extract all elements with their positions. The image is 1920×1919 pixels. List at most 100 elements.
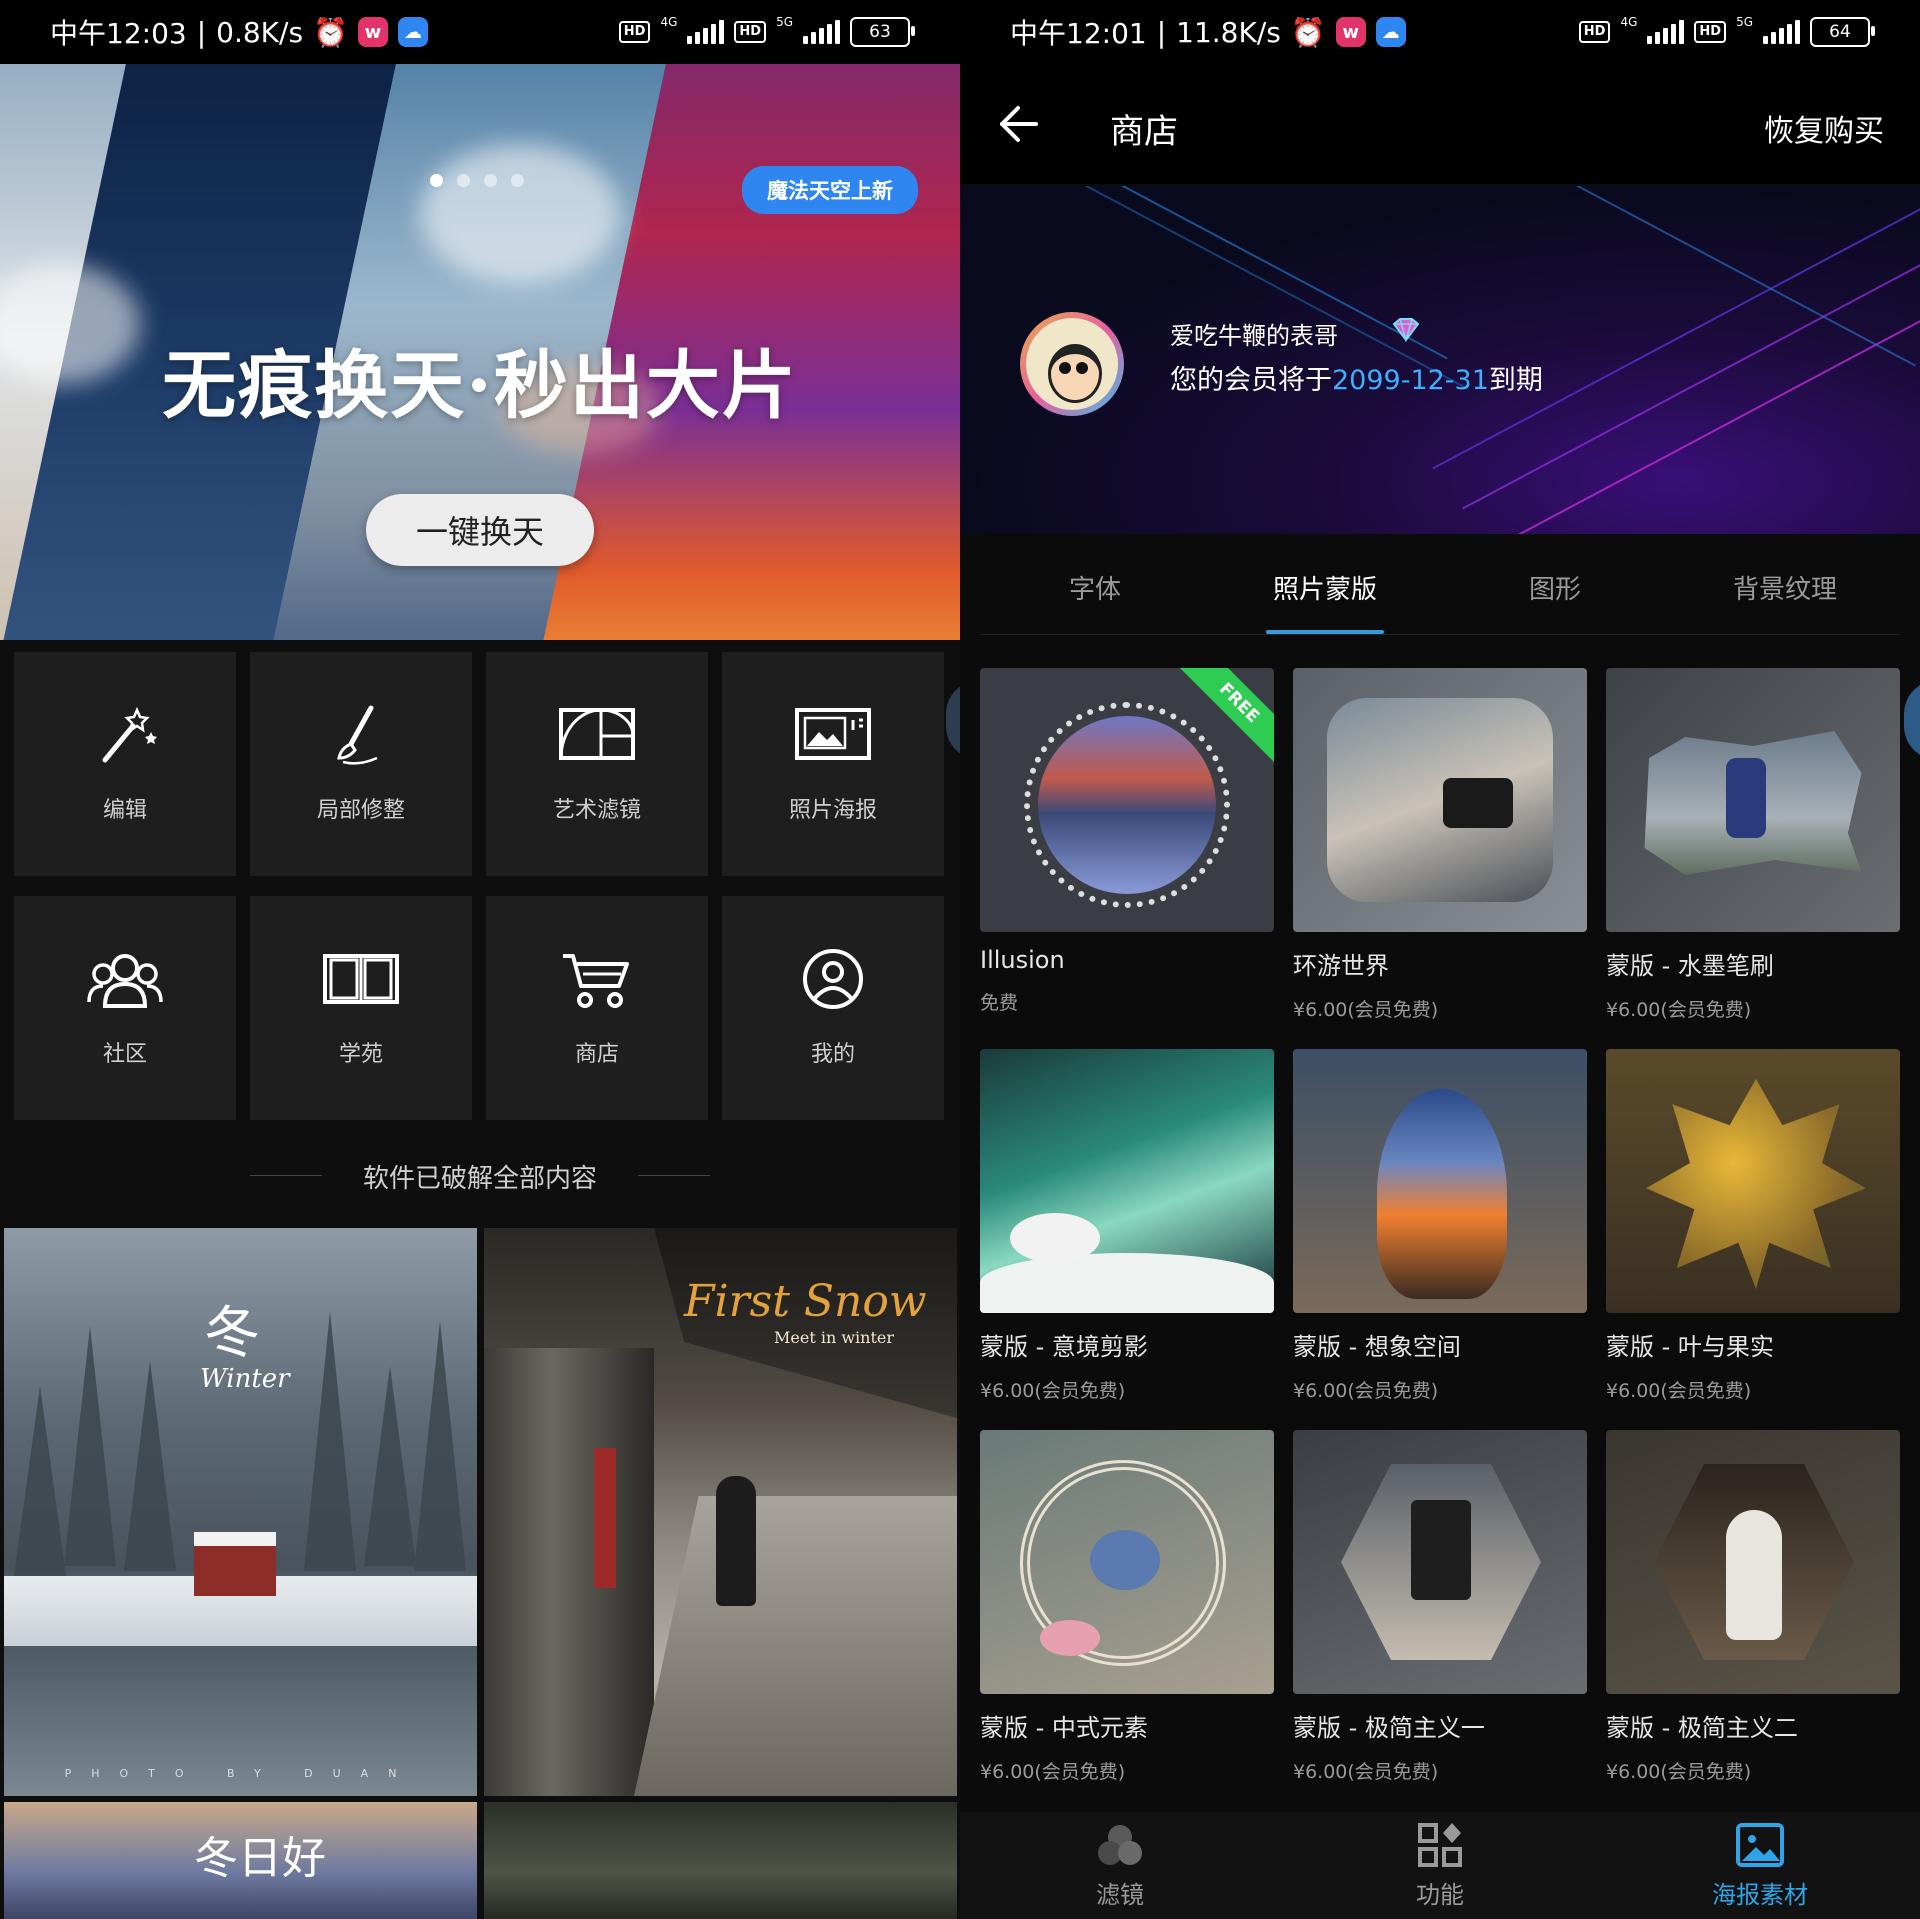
product-name: Illusion [980,946,1065,974]
product-card[interactable]: 蒙版 - 极简主义二 ¥6.00(会员免费) [1606,1430,1900,1811]
product-thumbnail [980,1049,1274,1313]
person-figure [716,1476,756,1606]
edge-handle[interactable] [946,680,960,760]
hd-icon: HD [1578,21,1611,43]
product-card[interactable]: 蒙版 - 意境剪影 ¥6.00(会员免费) [980,1049,1274,1430]
poster-material-icon [1736,1823,1784,1867]
tab-font[interactable]: 字体 [980,540,1210,634]
book-icon [323,954,399,1004]
tool-photo-poster[interactable]: 照片海报 [722,652,944,876]
product-price: ¥6.00(会员免费) [1293,1380,1439,1402]
restore-purchase-button[interactable]: 恢复购买 [1764,106,1884,150]
photo-credit: PHOTO BY DUAN [64,1767,417,1780]
tool-me[interactable]: 我的 [722,896,944,1120]
tool-community[interactable]: 社区 [14,896,236,1120]
signal-icon [1647,20,1685,44]
page-title: 商店 [1110,112,1178,152]
product-price: 免费 [980,992,1019,1014]
app-bar: 商店 恢复购买 [960,64,1920,184]
signal-icon-2 [803,20,840,44]
product-name: 蒙版 - 意境剪影 [980,1333,1148,1361]
home-screen: 中午12:03 | 0.8K/s ⏰ w ☁ HD 4G HD 5G 63 魔法… [0,0,960,1919]
battery-icon: 63 [850,17,915,47]
product-thumbnail [1606,668,1900,932]
bottom-navigation: 滤镜 功能 海报素材 [960,1812,1920,1919]
product-card[interactable]: 蒙版 - 叶与果实 ¥6.00(会员免费) [1606,1049,1900,1430]
status-bar: 中午12:01 | 11.8K/s ⏰ w ☁ HD 4G HD 5G 64 [960,0,1920,64]
feed-card-winter[interactable]: 冬 Winter PHOTO BY DUAN [4,1228,477,1796]
nav-label: 滤镜 [1096,1881,1144,1909]
product-name: 蒙版 - 极简主义一 [1293,1714,1485,1742]
tool-store[interactable]: 商店 [486,896,708,1120]
one-tap-sky-button[interactable]: 一键换天 [366,494,594,566]
product-card[interactable]: 蒙版 - 中式元素 ¥6.00(会员免费) [980,1430,1274,1811]
feed-card[interactable] [484,1802,957,1919]
tab-background-texture[interactable]: 背景纹理 [1670,540,1900,634]
nav-filter[interactable]: 滤镜 [960,1812,1280,1919]
status-bar: 中午12:03 | 0.8K/s ⏰ w ☁ HD 4G HD 5G 63 [0,0,960,64]
avatar[interactable] [1020,312,1124,416]
camera-figure [1411,1500,1471,1600]
new-sky-badge[interactable]: 魔法天空上新 [742,166,918,214]
product-thumbnail [980,1430,1274,1694]
carousel-dots[interactable] [430,174,524,187]
poster-icon [795,708,871,760]
tool-label: 局部修整 [316,798,405,823]
tool-academy[interactable]: 学苑 [250,896,472,1120]
nav-label: 功能 [1416,1881,1464,1909]
status-time: 中午12:01 [1010,17,1147,50]
product-card[interactable]: 环游世界 ¥6.00(会员免费) [1293,668,1587,1049]
carousel-dot[interactable] [511,174,524,187]
section-divider: 软件已破解全部内容 [362,1164,597,1194]
diamond-icon [1392,318,1420,342]
tool-art-filter[interactable]: 艺术滤镜 [486,652,708,876]
product-card[interactable]: 蒙版 - 想象空间 ¥6.00(会员免费) [1293,1049,1587,1430]
hd-icon-2: HD [734,21,767,43]
feed-card[interactable]: 冬日好 [4,1802,477,1919]
carousel-dot[interactable] [457,174,470,187]
expiry-date: 2099-12-31 [1332,365,1489,396]
tool-edit[interactable]: 编辑 [14,652,236,876]
feed-subtitle: Winter [200,1364,290,1394]
weibo-app-icon: w [357,17,388,47]
apps-icon [1418,1823,1462,1867]
magic-wand-icon [102,706,157,763]
cloud-app-icon: ☁ [1375,17,1406,47]
product-thumbnail [1606,1430,1900,1694]
nav-features[interactable]: 功能 [1280,1812,1600,1919]
feed-title: 冬 [204,1301,260,1366]
product-card[interactable]: 蒙版 - 极简主义一 ¥6.00(会员免费) [1293,1430,1587,1811]
hd-icon: HD [618,21,651,43]
product-card[interactable]: 蒙版 - 水墨笔刷 ¥6.00(会员免费) [1606,668,1900,1049]
back-arrow-icon[interactable] [996,104,1040,144]
product-name: 蒙版 - 中式元素 [980,1714,1148,1742]
brush-icon [337,705,378,765]
carousel-dot[interactable] [430,174,443,187]
product-thumbnail [1293,668,1587,932]
tool-label: 学苑 [338,1042,383,1067]
category-tabs: 字体 照片蒙版 图形 背景纹理 [980,540,1900,635]
carousel-dot[interactable] [484,174,497,187]
product-card[interactable]: FREE Illusion 免费 [980,668,1274,1049]
tool-label: 商店 [574,1042,619,1067]
hero-headline: 无痕换天·秒出大片 [162,343,798,429]
edge-handle[interactable] [1904,680,1920,760]
product-grid: FREE Illusion 免费 环游世界 ¥6.00(会员免费) 蒙版 - 水… [980,668,1900,1811]
product-price: ¥6.00(会员免费) [1293,1761,1439,1783]
battery-icon: 64 [1810,17,1875,47]
tab-photo-mask[interactable]: 照片蒙版 [1210,540,1440,634]
product-thumbnail: FREE [980,668,1274,932]
cloud-app-icon: ☁ [397,17,428,47]
nav-poster-material[interactable]: 海报素材 [1600,1812,1920,1919]
product-thumbnail [1293,1049,1587,1313]
hero-banner[interactable]: 魔法天空上新 无痕换天·秒出大片 一键换天 [0,64,960,640]
product-price: ¥6.00(会员免费) [1606,1380,1752,1402]
feed-card-first-snow[interactable]: First Snow Meet in winter [484,1228,957,1796]
product-name: 环游世界 [1293,952,1389,980]
tab-shape[interactable]: 图形 [1440,540,1670,634]
feed-subtitle: Meet in winter [774,1328,895,1347]
product-price: ¥6.00(会员免费) [980,1380,1126,1402]
product-name: 蒙版 - 水墨笔刷 [1606,952,1774,980]
alarm-icon: ⏰ [313,15,348,49]
tool-retouch[interactable]: 局部修整 [250,652,472,876]
